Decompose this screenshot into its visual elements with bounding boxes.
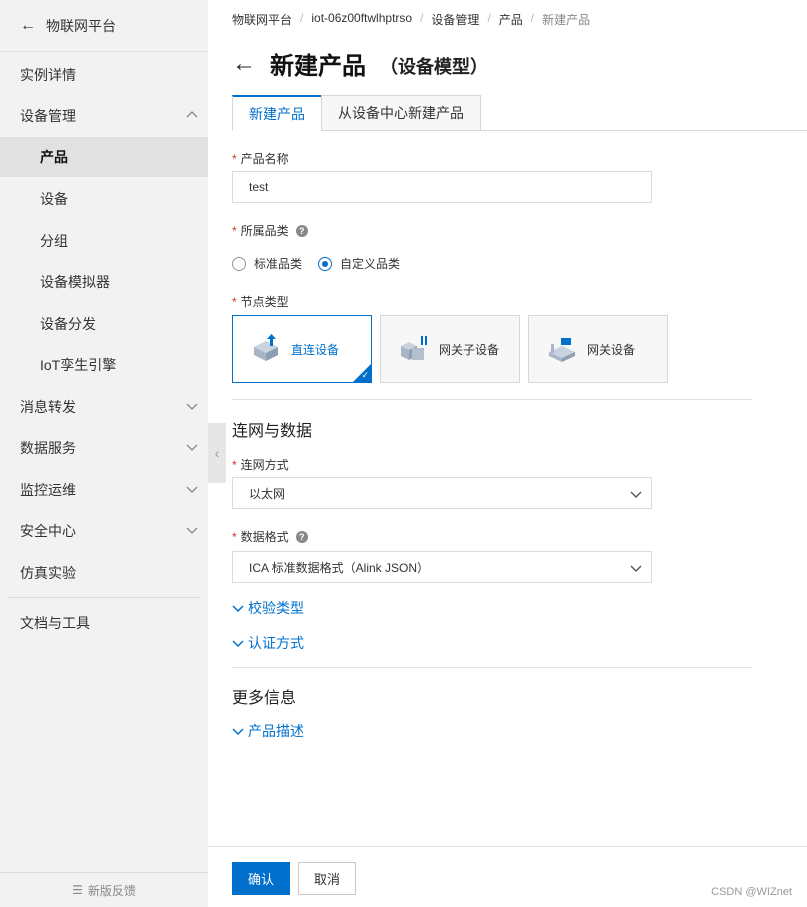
sidebar: ← 物联网平台 实例详情 设备管理 产品 设备 分组 设备模拟器 设备分发 Io… xyxy=(0,0,208,907)
breadcrumb-item[interactable]: 设备管理 xyxy=(431,11,479,28)
main-content: 物联网平台 / iot-06z00ftwlhptrso / 设备管理 / 产品 / 新建… xyxy=(208,0,807,907)
watermark: CSDN @WIZnet xyxy=(711,886,792,898)
chevron-down-icon xyxy=(186,444,198,451)
sidebar-item-iot-twin-engine[interactable]: IoT孪生引擎 xyxy=(0,345,208,385)
checksum-type-expander[interactable]: 校验类型 xyxy=(232,598,304,618)
divider xyxy=(232,399,752,400)
gateway-device-icon xyxy=(549,338,575,362)
network-data-section-title: 连网与数据 xyxy=(232,423,313,440)
arrow-left-icon[interactable]: ← xyxy=(232,50,256,78)
sidebar-item-device[interactable]: 设备 xyxy=(0,179,208,219)
breadcrumb: 物联网平台 / iot-06z00ftwlhptrso / 设备管理 / 产品 / 新建… xyxy=(232,11,591,28)
check-icon: ✓ xyxy=(361,370,369,380)
breadcrumb-current: 新建产品 xyxy=(542,13,591,27)
chevron-up-icon xyxy=(186,111,198,118)
breadcrumb-item[interactable]: 物联网平台 xyxy=(232,11,292,28)
radio-standard-category[interactable]: 标准品类 xyxy=(232,255,302,272)
network-type-label: * 连网方式 xyxy=(232,457,289,473)
product-name-input[interactable]: test xyxy=(232,171,652,203)
feedback-button[interactable]: ☰ 新版反馈 xyxy=(0,872,208,907)
tab-from-device-center[interactable]: 从设备中心新建产品 xyxy=(321,95,481,131)
tab-bar: 新建产品 从设备中心新建产品 xyxy=(232,95,807,131)
node-type-gateway-device[interactable]: 网关设备 xyxy=(528,315,668,383)
breadcrumb-item[interactable]: iot-06z00ftwlhptrso xyxy=(311,11,412,28)
gateway-subdevice-icon xyxy=(401,336,427,360)
category-label: * 所属品类? xyxy=(232,222,308,239)
node-type-label: * 节点类型 xyxy=(232,294,289,310)
platform-name: 物联网平台 xyxy=(46,17,116,34)
network-type-select[interactable]: 以太网 xyxy=(232,477,652,509)
breadcrumb-item[interactable]: 产品 xyxy=(499,11,523,28)
tab-new-product[interactable]: 新建产品 xyxy=(232,95,322,131)
page-header: ← 新建产品 （设备模型） xyxy=(232,46,488,81)
sidebar-item-data-service[interactable]: 数据服务 xyxy=(0,428,208,468)
more-info-section-title: 更多信息 xyxy=(232,690,297,707)
data-format-select[interactable]: ICA 标准数据格式（Alink JSON） xyxy=(232,551,652,583)
product-name-label: * 产品名称 xyxy=(232,151,289,167)
chevron-down-icon xyxy=(186,527,198,534)
sidebar-item-simulation-lab[interactable]: 仿真实验 xyxy=(0,553,208,593)
sidebar-item-group[interactable]: 分组 xyxy=(0,221,208,261)
sidebar-item-device-simulator[interactable]: 设备模拟器 xyxy=(0,262,208,302)
node-type-direct-device[interactable]: 直连设备 ✓ xyxy=(232,315,372,383)
sidebar-item-product[interactable]: 产品 xyxy=(0,137,208,177)
data-format-label: * 数据格式? xyxy=(232,528,308,545)
radio-custom-category[interactable]: 自定义品类 xyxy=(318,255,400,272)
divider xyxy=(232,667,752,668)
sidebar-divider xyxy=(8,597,200,598)
question-icon[interactable]: ? xyxy=(295,224,308,237)
chevron-down-icon xyxy=(186,403,198,410)
question-icon[interactable]: ? xyxy=(295,530,308,543)
sidebar-item-device-distribution[interactable]: 设备分发 xyxy=(0,304,208,344)
sidebar-item-monitoring-ops[interactable]: 监控运维 xyxy=(0,470,208,510)
chevron-down-icon xyxy=(232,640,244,648)
sidebar-item-device-management[interactable]: 设备管理 xyxy=(0,96,208,136)
node-type-gateway-subdevice[interactable]: 网关子设备 xyxy=(380,315,520,383)
feedback-icon: ☰ xyxy=(72,883,83,897)
platform-back-link[interactable]: ← 物联网平台 xyxy=(0,0,208,52)
product-description-expander[interactable]: 产品描述 xyxy=(232,721,304,741)
sidebar-item-security-center[interactable]: 安全中心 xyxy=(0,511,208,551)
direct-device-icon xyxy=(254,334,278,361)
arrow-left-icon: ← xyxy=(20,16,36,34)
cancel-button[interactable]: 取消 xyxy=(298,862,356,895)
chevron-down-icon xyxy=(232,728,244,736)
sidebar-item-instance-details[interactable]: 实例详情 xyxy=(0,55,208,95)
chevron-down-icon xyxy=(232,605,244,613)
category-radio-group: 标准品类 自定义品类 xyxy=(232,255,416,272)
footer-divider xyxy=(208,846,807,847)
sidebar-item-message-forwarding[interactable]: 消息转发 xyxy=(0,387,208,427)
chevron-down-icon xyxy=(630,565,642,572)
page-subtitle: （设备模型） xyxy=(380,56,488,77)
page-title: 新建产品 xyxy=(270,53,366,80)
auth-method-expander[interactable]: 认证方式 xyxy=(232,633,304,653)
sidebar-item-docs-tools[interactable]: 文档与工具 xyxy=(0,603,208,643)
confirm-button[interactable]: 确认 xyxy=(232,862,290,895)
chevron-down-icon xyxy=(186,486,198,493)
chevron-down-icon xyxy=(630,491,642,498)
